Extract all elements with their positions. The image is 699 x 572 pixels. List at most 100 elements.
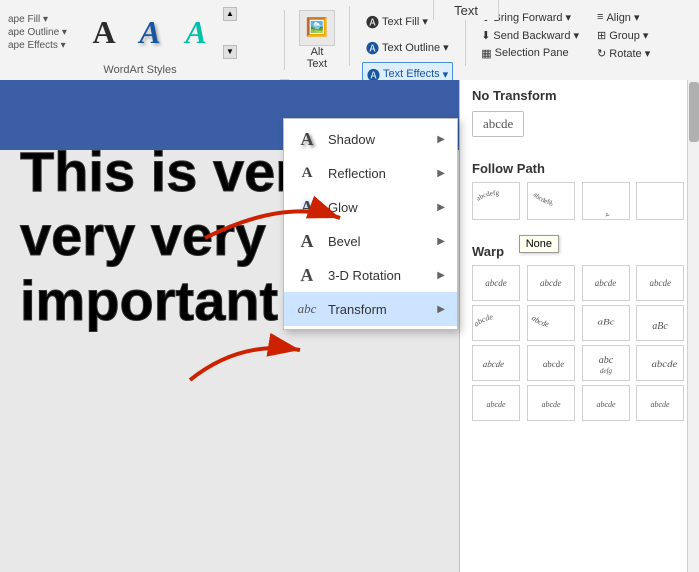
wordart-styles-section: ape Fill ▾ ape Outline ▾ ape Effects ▾ A… <box>0 0 280 80</box>
warp-item-1[interactable]: abcde <box>472 265 520 301</box>
follow-path-grid: abcdefg abcdefg <box>472 182 687 220</box>
warp-item-9[interactable]: abcde <box>472 345 520 381</box>
selection-pane-button[interactable]: ▦ Selection Pane <box>478 46 582 61</box>
warp-item-2[interactable]: abcde <box>527 265 575 301</box>
red-arrow-2 <box>180 310 320 390</box>
warp-grid: abcde abcde abcde abcde abcde <box>472 265 687 421</box>
ribbon: ape Fill ▾ ape Outline ▾ ape Effects ▾ A… <box>0 0 699 80</box>
align-button[interactable]: ≡ Align ▾ <box>594 10 653 25</box>
dropdown-3d-rotation[interactable]: A 3-D Rotation ▶ <box>284 258 457 292</box>
align-group: ≡ Align ▾ ⊞ Group ▾ ↻ Rotate ▾ <box>590 6 657 65</box>
warp-text-4: abcde <box>650 278 672 288</box>
svg-text:abcdefgh: abcdefgh <box>589 213 612 217</box>
warp-title: Warp <box>472 244 687 259</box>
red-arrow-1 <box>195 188 355 248</box>
send-backward-button[interactable]: ⬇ Send Backward ▾ <box>478 28 582 43</box>
shape-fill-label: ape Fill ▾ <box>8 14 74 25</box>
alt-text-sublabel: Text <box>307 58 327 70</box>
text-fill-icon: 🅐 <box>366 12 379 31</box>
alt-text-icon: 🖼️ <box>299 10 335 46</box>
text-effects-dropdown-arrow: ▾ <box>443 68 449 81</box>
send-backward-icon: ⬇ <box>481 29 490 42</box>
svg-text:abcde: abcde <box>474 312 494 328</box>
text-tab[interactable]: Text <box>433 0 499 20</box>
alt-text-label: Alt <box>311 46 324 58</box>
shadow-arrow: ▶ <box>437 134 445 145</box>
reflection-arrow: ▶ <box>437 168 445 179</box>
shape-effects-label: ape Effects ▾ <box>8 40 74 51</box>
warp-item-13[interactable]: abcde <box>472 385 520 421</box>
reflection-icon: A <box>296 162 318 184</box>
warp-item-16[interactable]: abcde <box>636 385 684 421</box>
wordart-scroll[interactable]: ▲ ▼ <box>222 7 238 59</box>
svg-text:aBc: aBc <box>652 321 668 332</box>
no-transform-sample[interactable]: abcde <box>472 111 524 137</box>
3d-rotation-arrow: ▶ <box>437 270 445 281</box>
warp-item-7[interactable]: aBc <box>582 305 630 341</box>
warp-item-15[interactable]: abcde <box>582 385 630 421</box>
follow-path-section: Follow Path abcdefg abcdefg <box>460 153 699 236</box>
text-effects-label: Text Effects <box>383 68 440 80</box>
fp-item-3[interactable]: abcdefgh <box>582 182 630 220</box>
scroll-more-btn[interactable]: ▼ <box>223 45 237 59</box>
warp-text-1: abcde <box>485 278 507 288</box>
group-button[interactable]: ⊞ Group ▾ <box>594 28 653 43</box>
warp-item-8[interactable]: aBc <box>636 305 684 341</box>
canvas-area: This is very very very important tex A S… <box>0 80 699 572</box>
glow-arrow: ▶ <box>437 202 445 213</box>
warp-item-10[interactable]: abcde <box>527 345 575 381</box>
right-panel: No Transform abcde Follow Path abcdefg <box>459 80 699 572</box>
svg-text:abcdefg: abcdefg <box>531 191 552 206</box>
alt-text-button[interactable]: 🖼️ Alt Text <box>293 6 341 74</box>
transform-label: Transform <box>328 302 427 317</box>
svg-text:abcde: abcde <box>596 400 616 409</box>
shadow-icon: A <box>296 128 318 150</box>
send-backward-label: Send Backward ▾ <box>493 29 579 42</box>
fp-item-4[interactable]: abcdefgh <box>636 182 684 220</box>
svg-text:abcde: abcde <box>530 313 550 328</box>
no-transform-section: No Transform abcde <box>460 80 699 153</box>
wordart-sample-2[interactable]: A <box>128 7 172 59</box>
warp-item-6[interactable]: abcde <box>527 305 575 341</box>
scrollbar-thumb[interactable] <box>689 82 699 142</box>
scroll-up-btn[interactable]: ▲ <box>223 7 237 21</box>
text-outline-button[interactable]: 🅐 Text Outline ▾ <box>362 36 453 59</box>
ribbon-divider-1 <box>284 10 285 70</box>
text-outline-label: Text Outline ▾ <box>382 41 449 54</box>
warp-item-5[interactable]: abcde <box>472 305 520 341</box>
panel-scrollbar[interactable] <box>687 80 699 572</box>
svg-text:abcde: abcde <box>652 360 678 370</box>
selection-pane-label: Selection Pane <box>495 47 569 59</box>
rotate-icon: ↻ <box>597 47 606 60</box>
svg-text:abcde: abcde <box>542 359 565 369</box>
svg-text:abc: abc <box>598 355 613 366</box>
transform-arrow: ▶ <box>437 304 445 315</box>
rotate-label: Rotate ▾ <box>609 47 650 60</box>
svg-text:abcdefg: abcdefg <box>475 189 500 203</box>
dropdown-reflection[interactable]: A Reflection ▶ <box>284 156 457 190</box>
fp-item-1[interactable]: abcdefg <box>472 182 520 220</box>
svg-text:abcde: abcde <box>486 400 506 409</box>
shape-outline-label: ape Outline ▾ <box>8 27 74 38</box>
svg-text:abcde: abcde <box>651 400 671 409</box>
svg-text:defg: defg <box>599 367 612 375</box>
reflection-label: Reflection <box>328 166 427 181</box>
dropdown-shadow[interactable]: A Shadow ▶ <box>284 122 457 156</box>
ribbon-divider-2 <box>349 6 350 66</box>
3d-rotation-label: 3-D Rotation <box>328 268 427 283</box>
warp-item-14[interactable]: abcde <box>527 385 575 421</box>
warp-item-12[interactable]: abcde <box>636 345 684 381</box>
fp-item-2[interactable]: abcdefg <box>527 182 575 220</box>
shadow-label: Shadow <box>328 132 427 147</box>
warp-item-4[interactable]: abcde <box>636 265 684 301</box>
wordart-sample-3[interactable]: A <box>174 7 218 59</box>
wordart-sample-1[interactable]: A <box>82 7 126 59</box>
none-tooltip: None <box>519 235 559 253</box>
warp-section: Warp abcde abcde abcde abcde abcde <box>460 236 699 429</box>
warp-item-11[interactable]: abc defg <box>582 345 630 381</box>
align-label: Align ▾ <box>606 11 639 24</box>
group-icon: ⊞ <box>597 29 606 42</box>
group-label: Group ▾ <box>609 29 648 42</box>
warp-item-3[interactable]: abcde <box>582 265 630 301</box>
rotate-button[interactable]: ↻ Rotate ▾ <box>594 46 653 61</box>
